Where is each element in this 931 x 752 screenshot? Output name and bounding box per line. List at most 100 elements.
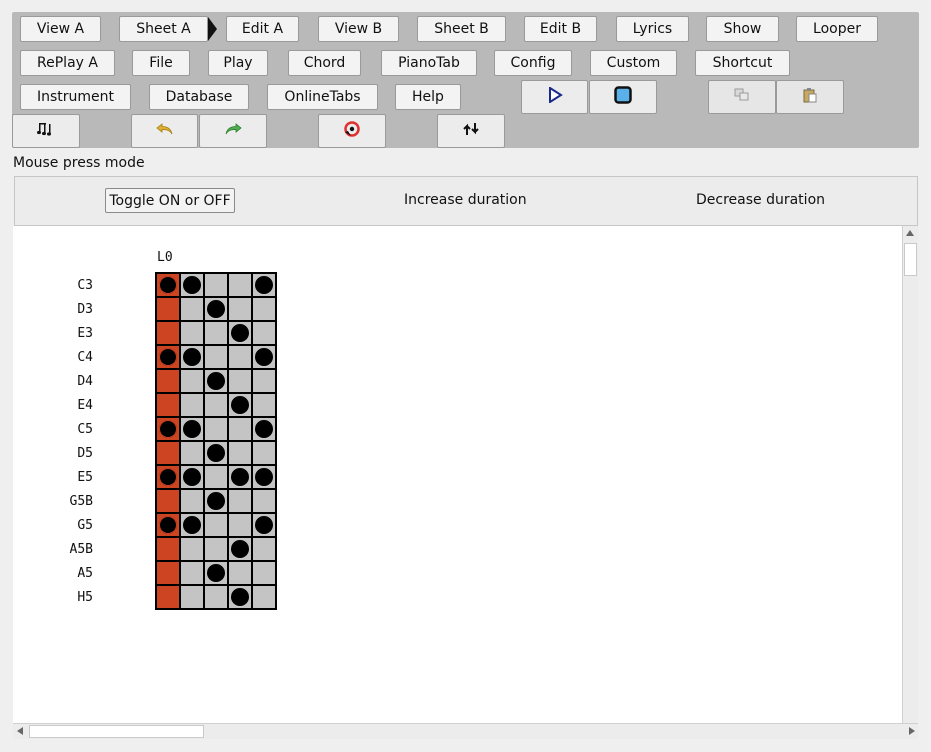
scroll-left-icon[interactable]: [17, 727, 23, 735]
increase-duration-option[interactable]: Increase duration: [404, 192, 527, 208]
step-cell[interactable]: [253, 394, 275, 416]
vertical-scroll-thumb[interactable]: [904, 243, 917, 276]
step-cell[interactable]: [205, 274, 227, 296]
redo-button[interactable]: [199, 114, 267, 148]
step-cell[interactable]: [205, 466, 227, 488]
step-cell[interactable]: [157, 394, 179, 416]
step-cell[interactable]: [157, 346, 179, 368]
step-cell[interactable]: [253, 586, 275, 608]
step-cell[interactable]: [253, 538, 275, 560]
database-button[interactable]: Database: [149, 84, 249, 110]
step-cell[interactable]: [181, 586, 203, 608]
undo-button[interactable]: [131, 114, 198, 148]
step-cell[interactable]: [181, 322, 203, 344]
step-cell[interactable]: [181, 490, 203, 512]
step-cell[interactable]: [205, 370, 227, 392]
step-cell[interactable]: [157, 442, 179, 464]
chord-button[interactable]: Chord: [288, 50, 361, 76]
step-cell[interactable]: [205, 298, 227, 320]
custom-button[interactable]: Custom: [590, 50, 677, 76]
step-cell[interactable]: [181, 442, 203, 464]
step-cell[interactable]: [205, 586, 227, 608]
swap-button[interactable]: [437, 114, 505, 148]
sheet-b-button[interactable]: Sheet B: [417, 16, 506, 42]
edit-b-button[interactable]: Edit B: [524, 16, 597, 42]
step-cell[interactable]: [253, 418, 275, 440]
step-cell[interactable]: [205, 514, 227, 536]
step-cell[interactable]: [181, 562, 203, 584]
file-button[interactable]: File: [132, 50, 190, 76]
step-cell[interactable]: [181, 370, 203, 392]
vertical-scrollbar[interactable]: [902, 226, 918, 723]
step-cell[interactable]: [229, 394, 251, 416]
step-cell[interactable]: [253, 370, 275, 392]
lyrics-button[interactable]: Lyrics: [616, 16, 689, 42]
step-cell[interactable]: [229, 418, 251, 440]
step-cell[interactable]: [205, 418, 227, 440]
play-button[interactable]: Play: [208, 50, 268, 76]
notes-view-button[interactable]: [12, 114, 80, 148]
step-cell[interactable]: [157, 370, 179, 392]
decrease-duration-option[interactable]: Decrease duration: [696, 192, 825, 208]
shortcut-button[interactable]: Shortcut: [695, 50, 790, 76]
scroll-right-icon[interactable]: [909, 727, 915, 735]
step-cell[interactable]: [157, 490, 179, 512]
scroll-up-icon[interactable]: [906, 230, 914, 236]
pattern-editor-canvas[interactable]: L0 C3 D3 E3 C4 D4 E4 C5 D5 E5 G5B G5 A5B A5 H5: [13, 226, 902, 723]
instrument-button[interactable]: Instrument: [20, 84, 131, 110]
sheet-a-button[interactable]: Sheet A: [119, 16, 208, 42]
step-cell[interactable]: [157, 274, 179, 296]
replay-a-button[interactable]: RePlay A: [20, 50, 115, 76]
step-cell[interactable]: [157, 562, 179, 584]
step-cell[interactable]: [253, 322, 275, 344]
step-cell[interactable]: [253, 442, 275, 464]
step-cell[interactable]: [253, 346, 275, 368]
step-cell[interactable]: [181, 538, 203, 560]
step-cell[interactable]: [157, 322, 179, 344]
show-button[interactable]: Show: [706, 16, 779, 42]
step-cell[interactable]: [229, 322, 251, 344]
config-button[interactable]: Config: [494, 50, 572, 76]
step-cell[interactable]: [181, 274, 203, 296]
step-cell[interactable]: [253, 514, 275, 536]
step-cell[interactable]: [229, 538, 251, 560]
step-cell[interactable]: [229, 586, 251, 608]
step-cell[interactable]: [253, 466, 275, 488]
step-cell[interactable]: [253, 490, 275, 512]
step-cell[interactable]: [229, 274, 251, 296]
step-cell[interactable]: [229, 490, 251, 512]
step-cell[interactable]: [157, 466, 179, 488]
step-cell[interactable]: [181, 514, 203, 536]
step-cell[interactable]: [157, 298, 179, 320]
step-cell[interactable]: [181, 346, 203, 368]
edit-a-button[interactable]: Edit A: [226, 16, 299, 42]
step-cell[interactable]: [229, 298, 251, 320]
horizontal-scrollbar[interactable]: [13, 723, 918, 739]
step-cell[interactable]: [181, 298, 203, 320]
step-cell[interactable]: [229, 466, 251, 488]
step-cell[interactable]: [253, 298, 275, 320]
toggle-mode-button[interactable]: Toggle ON or OFF: [105, 188, 235, 213]
play-transport-button[interactable]: [521, 80, 588, 114]
stop-transport-button[interactable]: [589, 80, 657, 114]
step-cell[interactable]: [157, 514, 179, 536]
step-grid[interactable]: [155, 272, 277, 610]
loop-button[interactable]: [318, 114, 386, 148]
step-cell[interactable]: [157, 418, 179, 440]
step-cell[interactable]: [157, 538, 179, 560]
looper-button[interactable]: Looper: [796, 16, 878, 42]
step-cell[interactable]: [205, 562, 227, 584]
view-a-button[interactable]: View A: [20, 16, 101, 42]
step-cell[interactable]: [253, 274, 275, 296]
step-cell[interactable]: [229, 562, 251, 584]
step-cell[interactable]: [229, 346, 251, 368]
step-cell[interactable]: [205, 394, 227, 416]
step-cell[interactable]: [205, 490, 227, 512]
step-cell[interactable]: [205, 538, 227, 560]
copy-button[interactable]: [708, 80, 776, 114]
step-cell[interactable]: [181, 466, 203, 488]
step-cell[interactable]: [205, 322, 227, 344]
step-cell[interactable]: [229, 370, 251, 392]
onlinetabs-button[interactable]: OnlineTabs: [267, 84, 378, 110]
step-cell[interactable]: [205, 442, 227, 464]
